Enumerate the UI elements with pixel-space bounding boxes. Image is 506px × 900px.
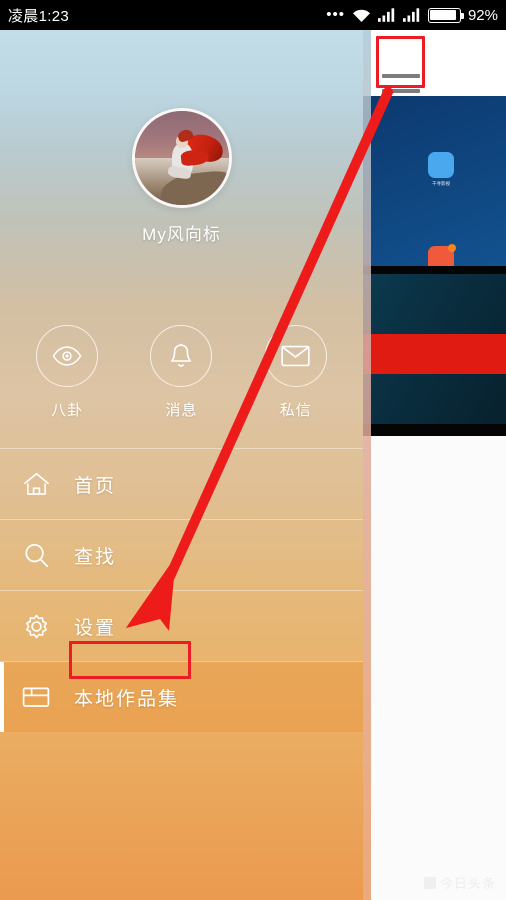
more-dots-icon: ••• [326,6,345,23]
navigation-drawer: My风向标 八卦 消息 私信 首页 查找 设置 本地作品集 [0,30,363,900]
eye-icon [52,346,82,366]
drawer-menu-list: 首页 查找 设置 本地作品集 [0,448,363,732]
quick-action-direct-message[interactable]: 私信 [251,325,341,420]
local-portfolio-highlight-box [69,641,191,679]
quick-action-label: 消息 [165,402,198,419]
bell-icon [171,343,192,367]
quick-action-gossip[interactable]: 八卦 [22,325,112,420]
quick-action-circle [264,325,327,387]
sidebar-item-label: 查找 [74,546,117,568]
sidebar-item-label: 本地作品集 [74,688,180,710]
sidebar-item-label: 首页 [74,475,117,497]
profile-header: My风向标 [0,108,363,245]
app-icon-item: 系统工具 [386,244,496,266]
video-app-icon [428,152,454,178]
folder-icon [22,683,50,711]
sidebar-item-search[interactable]: 查找 [0,519,363,590]
status-bar: 凌晨1:23 ••• 92% [0,0,506,30]
battery-icon [427,7,464,23]
avatar[interactable] [131,108,232,208]
watermark-logo-icon [423,876,436,889]
sidebar-item-home[interactable]: 首页 [0,448,363,519]
gear-icon [22,612,50,640]
quick-action-circle [150,325,213,387]
envelope-icon [281,345,310,367]
home-icon [22,470,50,498]
signal-bars-icon [402,7,420,22]
drawer-edge-shadow [363,30,371,900]
quick-actions-row: 八卦 消息 私信 [0,325,363,420]
quick-action-label: 八卦 [51,402,84,419]
quick-action-label: 私信 [279,402,312,419]
sidebar-item-label: 设置 [74,617,117,639]
search-icon [22,541,50,569]
system-tools-app-icon [428,244,456,266]
watermark: 今日头条 [423,873,496,892]
status-time: 凌晨1:23 [8,7,69,25]
app-icon-item: 千寻影视 [386,152,496,187]
signal-bars-icon [377,7,395,22]
watermark-text: 今日头条 [439,876,496,891]
status-icons: ••• 92% [326,7,498,24]
quick-action-circle [36,325,99,387]
battery-percent: 92% [467,6,498,24]
wifi-icon [352,9,371,22]
username-label: My风向标 [142,225,221,244]
app-icon-label: 千寻影视 [431,181,450,187]
phone-screen: 凌晨1:23 ••• 92% 千寻影视 今日头条 My风向标 八卦 消息 私信 … [0,0,506,900]
hamburger-line [382,89,420,93]
hamburger-highlight-box [376,36,425,88]
quick-action-messages[interactable]: 消息 [136,325,226,420]
